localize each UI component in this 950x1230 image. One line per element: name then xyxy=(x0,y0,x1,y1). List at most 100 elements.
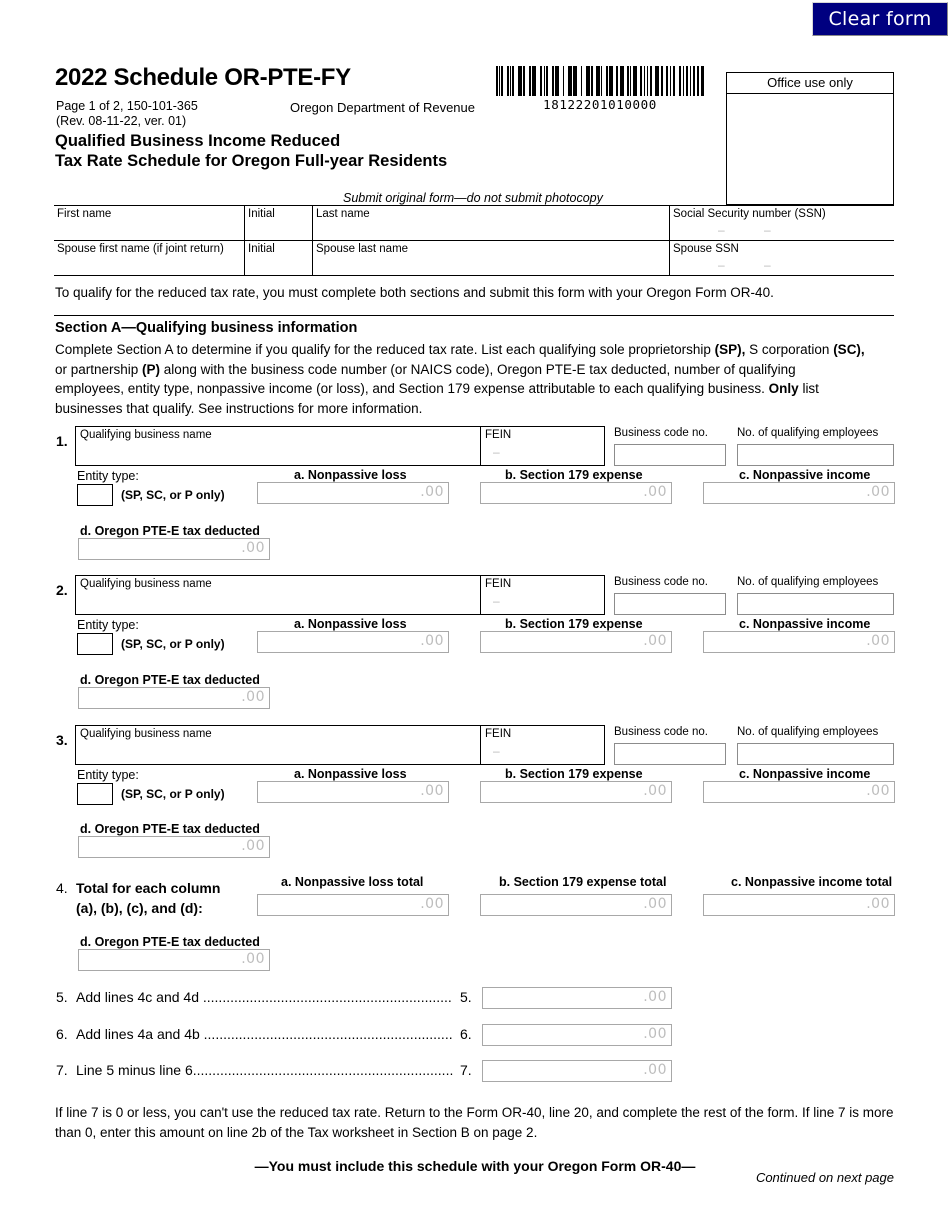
business-code-label-1: Business code no. xyxy=(614,427,708,439)
entity-type-input-1[interactable] xyxy=(77,484,113,506)
business-name-fein-box-1: Qualifying business name FEIN – xyxy=(75,426,605,466)
cents-suffix: .00 xyxy=(241,838,265,854)
total-col-b-header: b. Section 179 expense total xyxy=(499,875,667,889)
business-code-input-1[interactable] xyxy=(614,444,726,466)
page-number-line: Page 1 of 2, 150-101-365 xyxy=(56,99,198,113)
instr-sc: (SC), xyxy=(833,342,865,357)
spouse-first-name-field[interactable]: Spouse first name (if joint return) xyxy=(54,241,244,276)
ssn-label: Social Security number (SSN) xyxy=(673,208,826,220)
pte-e-tax-input-1[interactable]: .00 xyxy=(78,538,270,560)
last-name-field[interactable]: Last name xyxy=(312,206,669,241)
spouse-ssn-field[interactable]: Spouse SSN – – xyxy=(669,241,894,276)
entity-type-note-1: (SP, SC, or P only) xyxy=(121,488,225,502)
nonpassive-income-input-2[interactable]: .00 xyxy=(703,631,895,653)
barcode-bars-icon xyxy=(496,66,704,96)
footer-instruction-note: If line 7 is 0 or less, you can't use th… xyxy=(55,1105,894,1140)
cents-suffix: .00 xyxy=(866,633,890,649)
pte-e-tax-input-2[interactable]: .00 xyxy=(78,687,270,709)
nonpassive-loss-input-2[interactable]: .00 xyxy=(257,631,449,653)
cents-suffix: .00 xyxy=(420,783,444,799)
calc-line-6-number: 6. xyxy=(56,1026,68,1042)
section179-total-input[interactable]: .00 xyxy=(480,894,672,916)
employees-input-1[interactable] xyxy=(737,444,894,466)
spouse-last-name-field[interactable]: Spouse last name xyxy=(312,241,669,276)
total-col-d-header: d. Oregon PTE-E tax deducted xyxy=(80,935,260,949)
calc-line-7-ref: 7. xyxy=(460,1062,472,1078)
form-page: Clear form 2022 Schedule OR-PTE-FY Page … xyxy=(0,0,950,1230)
spouse-row: Spouse first name (if joint return) Init… xyxy=(54,241,894,276)
cents-suffix: .00 xyxy=(643,633,667,649)
col-c-header-3: c. Nonpassive income xyxy=(739,767,871,781)
pte-e-tax-input-3[interactable]: .00 xyxy=(78,836,270,858)
col-a-header-1: a. Nonpassive loss xyxy=(294,468,407,482)
fein-label-2: FEIN xyxy=(485,578,512,590)
business-number-3: 3. xyxy=(56,732,68,748)
fein-divider-3 xyxy=(480,726,481,764)
calc-line-5-input[interactable]: .00 xyxy=(482,987,672,1009)
calc-line-6-ref: 6. xyxy=(460,1026,472,1042)
fein-label-3: FEIN xyxy=(485,728,512,740)
taxpayer-name-table: First name Initial Last name Social Secu… xyxy=(54,205,894,276)
instr-part2: S corporation xyxy=(745,342,834,357)
section179-input-3[interactable]: .00 xyxy=(480,781,672,803)
spouse-initial-label: Initial xyxy=(248,243,275,255)
col-b-header-3: b. Section 179 expense xyxy=(505,767,643,781)
cents-suffix: .00 xyxy=(643,783,667,799)
fein-dash-1: – xyxy=(493,445,500,459)
business-name-label-2: Qualifying business name xyxy=(80,578,212,590)
instr-sp: (SP), xyxy=(714,342,746,357)
clear-form-button[interactable]: Clear form xyxy=(812,2,948,36)
employees-input-2[interactable] xyxy=(737,593,894,615)
section-a-heading: Section A—Qualifying business informatio… xyxy=(55,320,358,336)
entity-type-input-2[interactable] xyxy=(77,633,113,655)
calc-line-5: 5. Add lines 4c and 4d .................… xyxy=(0,987,950,1015)
cents-suffix: .00 xyxy=(241,540,265,556)
business-code-input-3[interactable] xyxy=(614,743,726,765)
line-4-text-line2: (a), (b), (c), and (d): xyxy=(76,900,203,916)
cents-suffix: .00 xyxy=(643,896,667,912)
entity-type-input-3[interactable] xyxy=(77,783,113,805)
calc-line-6-input[interactable]: .00 xyxy=(482,1024,672,1046)
employees-input-3[interactable] xyxy=(737,743,894,765)
nonpassive-income-total-input[interactable]: .00 xyxy=(703,894,895,916)
initial-field[interactable]: Initial xyxy=(244,206,312,241)
entity-type-label-1: Entity type: xyxy=(77,469,139,483)
last-name-label: Last name xyxy=(316,208,370,220)
calc-line-5-number: 5. xyxy=(56,989,68,1005)
cents-suffix: .00 xyxy=(241,951,265,967)
section-a-divider xyxy=(54,315,894,316)
entity-type-note-2: (SP, SC, or P only) xyxy=(121,637,225,651)
first-name-field[interactable]: First name xyxy=(54,206,244,241)
nonpassive-loss-input-1[interactable]: .00 xyxy=(257,482,449,504)
cents-suffix: .00 xyxy=(420,896,444,912)
nonpassive-income-input-3[interactable]: .00 xyxy=(703,781,895,803)
nonpassive-loss-input-3[interactable]: .00 xyxy=(257,781,449,803)
col-a-header-2: a. Nonpassive loss xyxy=(294,617,407,631)
cents-suffix: .00 xyxy=(866,783,890,799)
taxpayer-row: First name Initial Last name Social Secu… xyxy=(54,206,894,241)
col-d-header-2: d. Oregon PTE-E tax deducted xyxy=(80,673,260,687)
spouse-first-name-label: Spouse first name (if joint return) xyxy=(57,243,224,255)
line-4-number: 4. xyxy=(56,880,68,896)
fein-dash-2: – xyxy=(493,594,500,608)
col-c-header-1: c. Nonpassive income xyxy=(739,468,871,482)
section179-input-2[interactable]: .00 xyxy=(480,631,672,653)
business-code-input-2[interactable] xyxy=(614,593,726,615)
office-use-label: Office use only xyxy=(727,73,893,94)
nonpassive-income-input-1[interactable]: .00 xyxy=(703,482,895,504)
col-b-header-1: b. Section 179 expense xyxy=(505,468,643,482)
calc-line-7-input[interactable]: .00 xyxy=(482,1060,672,1082)
nonpassive-loss-total-input[interactable]: .00 xyxy=(257,894,449,916)
form-subtitle-line2: Tax Rate Schedule for Oregon Full-year R… xyxy=(55,152,448,170)
business-name-fein-box-2: Qualifying business name FEIN – xyxy=(75,575,605,615)
ssn-field[interactable]: Social Security number (SSN) – – xyxy=(669,206,894,241)
section179-input-1[interactable]: .00 xyxy=(480,482,672,504)
spouse-initial-field[interactable]: Initial xyxy=(244,241,312,276)
cents-suffix: .00 xyxy=(420,633,444,649)
first-name-label: First name xyxy=(57,208,112,220)
line-4-text-line1: Total for each column xyxy=(76,880,221,896)
form-meta: Page 1 of 2, 150-101-365 (Rev. 08-11-22,… xyxy=(56,99,198,129)
cents-suffix: .00 xyxy=(643,1026,667,1042)
pte-e-tax-total-input[interactable]: .00 xyxy=(78,949,270,971)
office-use-box: Office use only xyxy=(726,72,894,205)
